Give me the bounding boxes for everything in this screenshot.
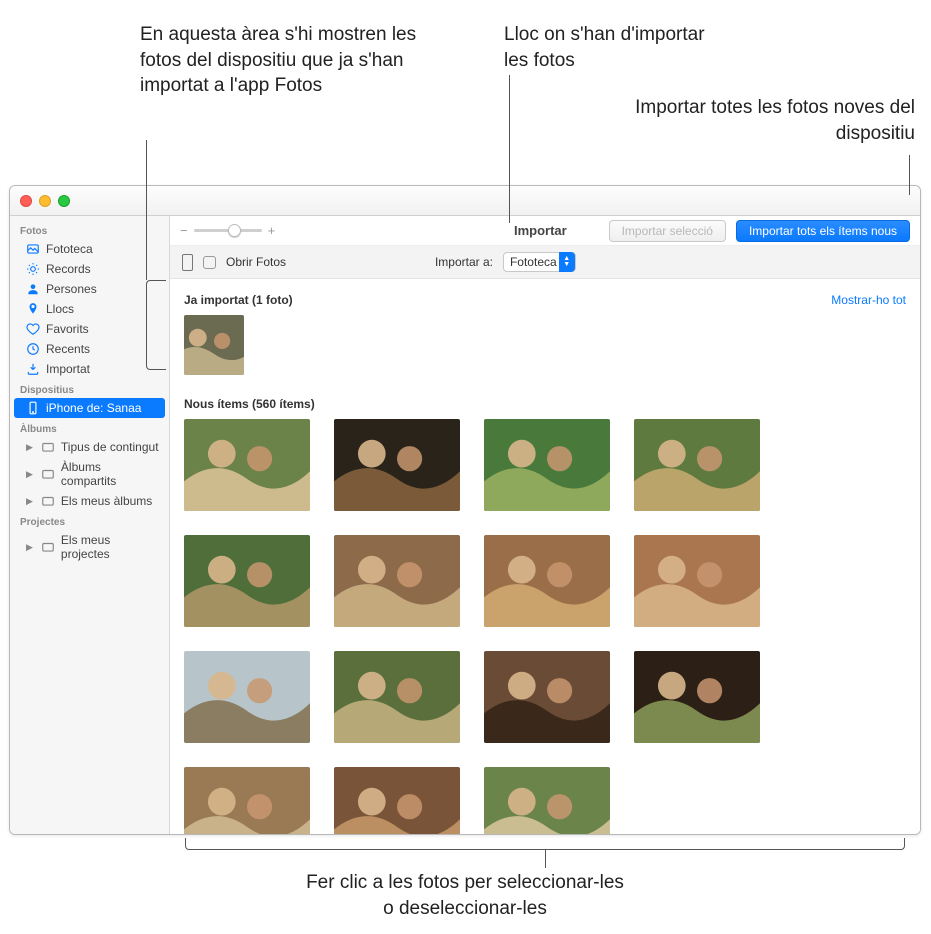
callout-select: Fer clic a les fotos per seleccionar-les… [80,870,850,921]
library-icon [26,242,40,256]
sidebar-item-label: Persones [46,282,97,296]
subbar: Obrir Fotos Importar a: Fototeca ▲▼ [170,246,920,279]
open-photos-label: Obrir Fotos [226,255,286,269]
import-to-label: Importar a: [435,255,493,269]
sidebar-item-label: Records [46,262,91,276]
callout-already-imported: En aquesta àrea s'hi mostren les fotos d… [140,22,420,99]
sections: Ja importat (1 foto) Mostrar-ho tot Nous… [170,279,920,834]
sidebar-item-label: Els meus projectes [61,533,159,561]
sidebar-item-device[interactable]: iPhone de: Sanaa [14,398,165,418]
close-icon[interactable] [20,195,32,207]
photo-thumbnail[interactable] [484,419,610,511]
zoom-track[interactable] [194,229,262,232]
zoom-icon[interactable] [58,195,70,207]
toolbar: − + Importar Importar selecció Importar … [170,216,920,246]
people-icon [26,282,40,296]
callout-line [509,75,510,223]
zoom-thumb[interactable] [228,224,241,237]
memories-icon [26,262,40,276]
zoom-minus-icon: − [180,223,188,238]
sidebar-item-meus-projectes[interactable]: ▶ Els meus projectes [10,530,169,564]
destination-select[interactable]: Fototeca ▲▼ [503,252,576,272]
callout-bracket [146,280,166,370]
callout-select-line2: o deseleccionar-les [80,896,850,922]
callout-line [545,850,546,868]
sidebar-item-label: Els meus àlbums [61,494,152,508]
folder-icon [41,494,55,508]
already-imported-grid [184,315,906,375]
open-photos-checkbox[interactable] [203,256,216,269]
new-items-grid [184,419,906,834]
sidebar-item-label: Llocs [46,302,74,316]
callout-select-line1: Fer clic a les fotos per seleccionar-les [80,870,850,896]
photo-thumbnail[interactable] [634,535,760,627]
sidebar-item-label: iPhone de: Sanaa [46,401,141,415]
zoom-slider[interactable]: − + [180,223,275,238]
photo-thumbnail[interactable] [484,767,610,834]
photo-thumbnail[interactable] [484,651,610,743]
photo-thumbnail[interactable] [184,651,310,743]
photo-thumbnail[interactable] [334,767,460,834]
photo-thumbnail[interactable] [484,535,610,627]
show-all-link[interactable]: Mostrar-ho tot [831,293,906,307]
minimize-icon[interactable] [39,195,51,207]
sidebar-item-label: Importat [46,362,90,376]
sidebar-item-label: Favorits [46,322,89,336]
photo-thumbnail[interactable] [184,419,310,511]
photo-thumbnail[interactable] [184,767,310,834]
already-imported-title: Ja importat (1 foto) [184,293,293,307]
photo-thumbnail[interactable] [634,419,760,511]
clock-icon [26,342,40,356]
new-items-title: Nous ítems (560 ítems) [184,397,315,411]
sidebar-item-meus-albums[interactable]: ▶ Els meus àlbums [10,491,169,511]
chevron-updown-icon: ▲▼ [559,252,575,272]
chevron-right-icon: ▶ [26,469,33,480]
photo-thumbnail[interactable] [634,651,760,743]
callout-line [909,155,910,195]
photo-thumbnail[interactable] [184,535,310,627]
sidebar-item-label: Recents [46,342,90,356]
sidebar-item-compartits[interactable]: ▶ Àlbums compartits [10,457,169,491]
folder-icon [41,440,55,454]
sidebar-item-label: Tipus de contingut [61,440,159,454]
photo-thumbnail[interactable] [334,419,460,511]
folder-icon [41,467,55,481]
sidebar-section-albums: Àlbums [10,418,169,437]
new-items-header: Nous ítems (560 ítems) [184,397,906,411]
callout-destination: Lloc on s'han d'importar les fotos [504,22,734,73]
photo-thumbnail[interactable] [334,535,460,627]
sidebar-item-label: Àlbums compartits [61,460,159,488]
import-all-button[interactable]: Importar tots els ítems nous [736,220,910,242]
places-icon [26,302,40,316]
chevron-right-icon: ▶ [26,496,33,507]
device-mini-icon [182,254,193,271]
already-imported-header: Ja importat (1 foto) Mostrar-ho tot [184,293,906,307]
destination-value: Fototeca [510,255,557,269]
callout-line [146,140,147,280]
photo-thumbnail[interactable] [184,315,244,375]
chevron-right-icon: ▶ [26,542,33,553]
sidebar-section-dispositius: Dispositius [10,379,169,398]
heart-icon [26,322,40,336]
sidebar-item-label: Fototeca [46,242,93,256]
photo-thumbnail[interactable] [334,651,460,743]
zoom-plus-icon: + [268,223,276,238]
callout-import-all: Importar totes les fotos noves del dispo… [635,95,915,146]
chevron-right-icon: ▶ [26,442,33,453]
sidebar-item-tipus[interactable]: ▶ Tipus de contingut [10,437,169,457]
traffic-lights [20,195,70,207]
import-icon [26,362,40,376]
toolbar-title: Importar [514,223,567,238]
callout-bracket [185,838,905,850]
import-selection-button[interactable]: Importar selecció [609,220,726,242]
folder-icon [41,540,55,554]
content-area: − + Importar Importar selecció Importar … [170,216,920,834]
iphone-icon [26,401,40,415]
sidebar-section-projectes: Projectes [10,511,169,530]
